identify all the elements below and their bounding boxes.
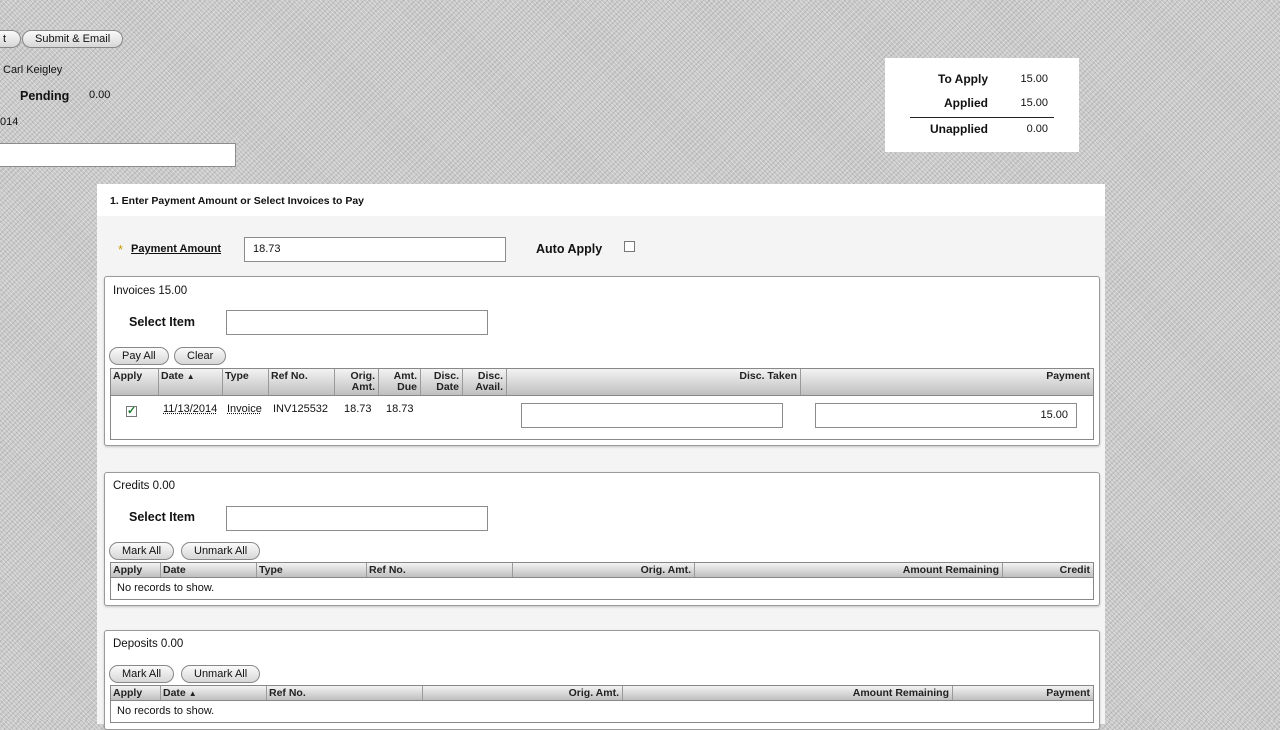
auto-apply-label: Auto Apply — [536, 242, 603, 256]
deposits-empty-text: No records to show. — [117, 705, 215, 717]
col-apply[interactable]: Apply — [111, 686, 161, 700]
invoice-amt-due: 18.73 — [386, 403, 414, 415]
memo-input[interactable] — [0, 143, 236, 167]
credits-grid-header: Apply Date Type Ref No. Orig. Amt. Amoun… — [110, 562, 1094, 578]
col-amount-remaining[interactable]: Amount Remaining — [695, 563, 1003, 577]
credits-title: Credits 0.00 — [113, 480, 176, 492]
credits-grid-body: No records to show. — [110, 578, 1094, 600]
col-orig-amt[interactable]: Orig. Amt. — [423, 686, 623, 700]
col-type[interactable]: Type — [223, 369, 269, 395]
unapplied-label: Unapplied — [929, 122, 988, 136]
invoices-select-item-label: Select Item — [129, 315, 196, 329]
invoices-title: Invoices 15.00 — [113, 285, 188, 297]
to-apply-value: 15.00 — [1020, 73, 1048, 85]
payment-amount-input[interactable]: 18.73 — [244, 237, 506, 262]
credits-select-item-label: Select Item — [129, 510, 196, 524]
col-orig-amt[interactable]: Orig. Amt. — [513, 563, 695, 577]
payment-input[interactable]: 15.00 — [815, 403, 1077, 428]
auto-apply-checkbox[interactable] — [624, 241, 635, 252]
col-amount-remaining[interactable]: Amount Remaining — [623, 686, 953, 700]
col-date-label: Date — [161, 370, 184, 382]
col-payment[interactable]: Payment — [801, 369, 1093, 395]
sort-asc-icon: ▲ — [186, 372, 195, 381]
payment-amount-label[interactable]: Payment Amount — [131, 243, 221, 255]
invoices-select-item-input[interactable] — [226, 310, 488, 335]
pending-label: Pending — [20, 89, 70, 103]
col-type[interactable]: Type — [257, 563, 367, 577]
col-date-label: Date — [163, 687, 186, 699]
sort-asc-icon: ▲ — [188, 689, 197, 698]
invoice-type[interactable]: Invoice — [227, 403, 262, 415]
unapplied-value: 0.00 — [1026, 123, 1048, 135]
save-button[interactable]: t — [0, 30, 22, 48]
payment-panel: 1. Enter Payment Amount or Select Invoic… — [97, 184, 1105, 730]
to-apply-label: To Apply — [938, 72, 988, 86]
submit-email-button[interactable]: Submit & Email — [22, 30, 124, 48]
col-ref-no[interactable]: Ref No. — [267, 686, 423, 700]
credits-unmark-all-button[interactable]: Unmark All — [181, 542, 261, 560]
step-title: 1. Enter Payment Amount or Select Invoic… — [110, 195, 365, 207]
invoices-grid-body: 11/13/2014 Invoice INV125532 18.73 18.73… — [110, 396, 1094, 440]
col-disc-avail[interactable]: Disc. Avail. — [463, 369, 507, 395]
col-orig-amt[interactable]: Orig. Amt. — [335, 369, 379, 395]
col-date[interactable]: Date — [161, 563, 257, 577]
customer-name: Carl Keigley — [3, 64, 63, 76]
col-amt-due[interactable]: Amt. Due — [379, 369, 421, 395]
applied-label: Applied — [944, 96, 988, 110]
deposits-mark-all-button[interactable]: Mark All — [109, 665, 175, 683]
invoice-orig-amt: 18.73 — [344, 403, 372, 415]
invoice-apply-checkbox[interactable] — [126, 404, 137, 417]
table-row: 11/13/2014 Invoice INV125532 18.73 18.73… — [111, 396, 1093, 440]
pay-all-button[interactable]: Pay All — [109, 347, 169, 365]
col-date[interactable]: Date ▲ — [159, 369, 223, 395]
credits-mark-all-button[interactable]: Mark All — [109, 542, 175, 560]
summary-divider — [910, 117, 1054, 118]
col-disc-taken[interactable]: Disc. Taken — [507, 369, 801, 395]
credits-section: Credits 0.00 Select Item Mark All Unmark… — [104, 472, 1100, 606]
col-ref-no[interactable]: Ref No. — [269, 369, 335, 395]
col-disc-date[interactable]: Disc. Date — [421, 369, 463, 395]
invoice-date[interactable]: 11/13/2014 — [163, 403, 217, 415]
applied-value: 15.00 — [1020, 97, 1048, 109]
col-date[interactable]: Date ▲ — [161, 686, 267, 700]
invoice-ref-no: INV125532 — [273, 403, 329, 415]
col-payment[interactable]: Payment — [953, 686, 1093, 700]
disc-taken-input[interactable] — [521, 403, 783, 428]
pending-value: 0.00 — [89, 89, 111, 101]
col-ref-no[interactable]: Ref No. — [367, 563, 513, 577]
step-header: 1. Enter Payment Amount or Select Invoic… — [97, 184, 1105, 216]
required-mark: * — [118, 242, 124, 257]
clear-button[interactable]: Clear — [174, 347, 227, 365]
credits-select-item-input[interactable] — [226, 506, 488, 531]
deposits-unmark-all-button[interactable]: Unmark All — [181, 665, 261, 683]
credits-empty-text: No records to show. — [117, 582, 215, 594]
payment-summary: To Apply 15.00 Applied 15.00 Unapplied 0… — [885, 58, 1079, 152]
col-apply[interactable]: Apply — [111, 563, 161, 577]
deposits-title: Deposits 0.00 — [113, 638, 184, 650]
col-credit[interactable]: Credit — [1003, 563, 1093, 577]
invoices-grid-header: Apply Date ▲ Type Ref No. Orig. Amt. Amt… — [110, 368, 1094, 396]
deposits-section: Deposits 0.00 Mark All Unmark All Apply … — [104, 630, 1100, 730]
deposits-grid-header: Apply Date ▲ Ref No. Orig. Amt. Amount R… — [110, 685, 1094, 701]
col-apply[interactable]: Apply — [111, 369, 159, 395]
invoices-section: Invoices 15.00 Select Item Pay All Clear… — [104, 276, 1100, 446]
date-fragment: 014 — [0, 116, 19, 128]
